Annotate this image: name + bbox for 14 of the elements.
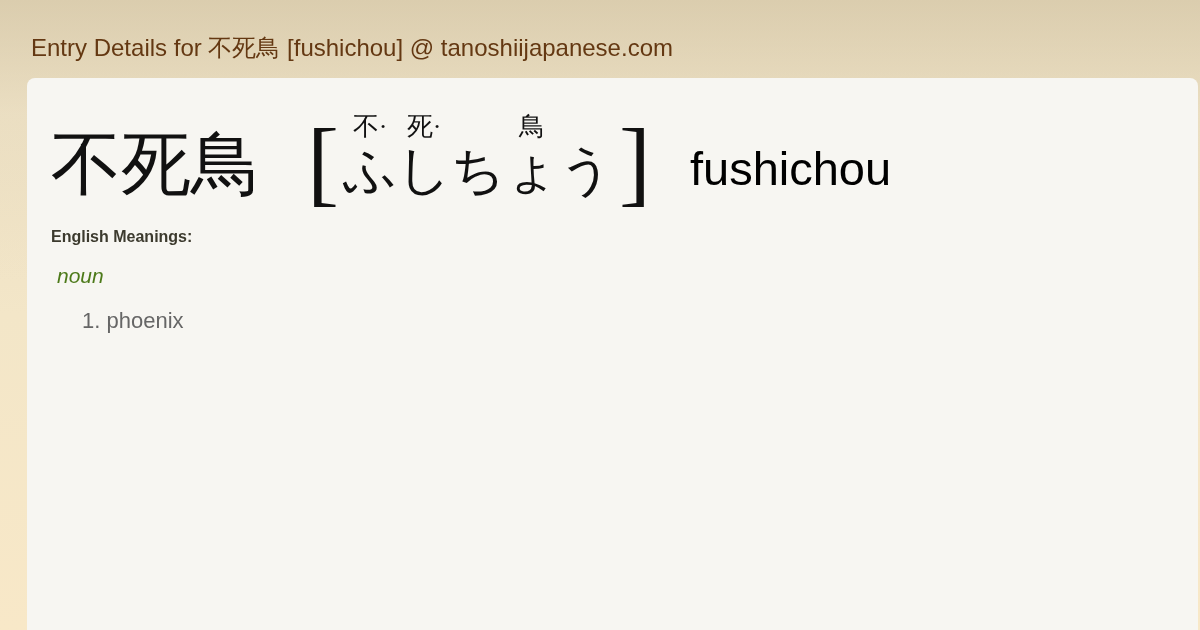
furigana-text: 死· xyxy=(406,112,442,142)
page-title: Entry Details for 不死鳥 [fushichou] @ tanoshiijapanese.com xyxy=(31,33,674,63)
furigana-text: 不· xyxy=(352,112,388,142)
furigana-text: 鳥 xyxy=(518,112,545,142)
romaji-reading: fushichou xyxy=(689,145,892,192)
kana-reading: ふ xyxy=(342,142,397,198)
kana-reading: ちょう xyxy=(450,142,613,198)
kana-reading: し xyxy=(396,142,451,198)
bracket-glyph: [ xyxy=(307,114,339,210)
bracket-glyph: ] xyxy=(618,114,651,210)
meanings-heading: English Meanings: xyxy=(51,227,194,247)
meaning-item: 1. phoenix xyxy=(82,308,185,334)
part-of-speech: noun xyxy=(57,264,105,288)
kanji-word: 不死鳥 xyxy=(51,130,261,200)
